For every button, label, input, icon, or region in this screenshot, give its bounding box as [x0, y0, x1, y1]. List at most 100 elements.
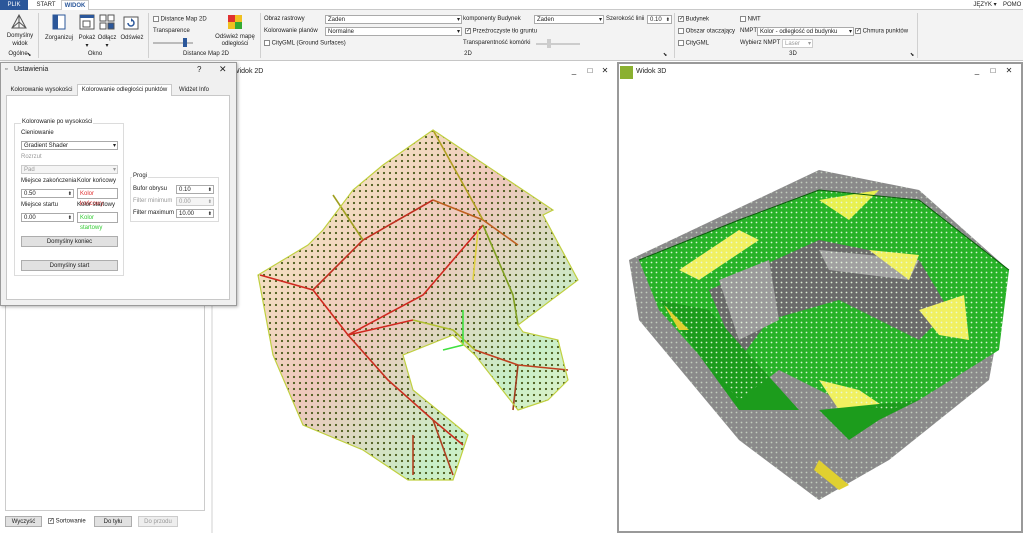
default-start-button[interactable]: Domyślny start [21, 260, 118, 271]
view-2d-minimize-button[interactable]: _ [569, 66, 579, 75]
sort-checkbox[interactable]: Sortowanie [48, 518, 86, 525]
result-list[interactable] [5, 300, 205, 511]
tab-height-coloring[interactable]: Kolorowanie wysokości [6, 85, 77, 96]
ribbon-separator [38, 13, 39, 58]
view-3d-close-button[interactable]: ✕ [1004, 66, 1014, 75]
settings-help-button[interactable]: ? [197, 65, 201, 74]
start-color-button[interactable]: Kolor startowy [77, 212, 118, 231]
view-3d-canvas[interactable] [619, 80, 1021, 530]
view-3d-minimize-button[interactable]: _ [972, 66, 982, 75]
tab-plik[interactable]: PLIK [0, 0, 28, 10]
select-nmpt-label: Wybierz NMPT [740, 40, 781, 46]
clear-button[interactable]: Wyczyść [5, 516, 42, 527]
building-checkbox-label: Budynek [685, 16, 710, 23]
transparence-slider-thumb[interactable] [183, 38, 187, 47]
buffer-label: Bufor obrysu [133, 186, 168, 192]
citygml-check[interactable] [678, 40, 684, 46]
nmt-checkbox[interactable]: NMT [740, 16, 761, 23]
height-coloring-group-title: Kolorowanie po wysokości [21, 119, 94, 125]
tab-widget-info[interactable]: Widżet Info [172, 85, 216, 96]
refresh-button[interactable] [123, 14, 139, 32]
filter-max-spinner[interactable]: 10.00 [176, 209, 214, 218]
view-2d-restore-button[interactable]: □ [585, 66, 595, 75]
surrounding-checkbox[interactable]: Obszar otaczający [678, 28, 735, 35]
organize-button[interactable] [51, 14, 67, 32]
citygml-ground-label: CityGML (Ground Surfaces) [271, 40, 346, 47]
detach-button[interactable] [99, 14, 115, 32]
detach-label: Odłącz [97, 35, 117, 41]
settings-dialog-title: Ustawienia [14, 66, 49, 73]
transparent-ground-check[interactable] [465, 28, 471, 34]
start-place-spinner[interactable]: 0.00 [21, 213, 74, 222]
show-button[interactable] [79, 14, 95, 32]
transparent-ground-checkbox[interactable]: Przeźroczyste tło gruntu [465, 28, 537, 35]
view-3d-restore-button[interactable]: □ [988, 66, 998, 75]
building-checkbox[interactable]: Budynek [678, 16, 709, 23]
dialog-launcher-icon[interactable]: ⬊ [910, 52, 914, 58]
group-label-window: Okno [87, 51, 103, 57]
forward-button[interactable]: Do przodu [138, 516, 178, 527]
refresh-map-label-2: odległości [221, 41, 249, 47]
tab-distance-coloring[interactable]: Kolorowanie odległości punktów [77, 84, 172, 96]
filter-min-label: Filter minimum [133, 198, 173, 204]
line-width-spinner[interactable]: 0.10 [647, 15, 672, 24]
plan-coloring-select[interactable]: Normalne [325, 27, 462, 36]
thresholds-title: Progi [132, 173, 149, 179]
default-end-button[interactable]: Domyślny koniec [21, 236, 118, 247]
sort-check[interactable] [48, 518, 54, 524]
building-components-select[interactable]: Żaden [534, 15, 604, 24]
dialog-launcher-icon[interactable]: ⬊ [27, 52, 31, 58]
tab-start[interactable]: START [34, 0, 58, 10]
ribbon-separator [674, 13, 675, 58]
citygml-checkbox[interactable]: CityGML [678, 40, 709, 47]
shading-label: Cieniowanie [21, 130, 54, 136]
default-view-label-2: widok [12, 41, 28, 47]
cell-transparency-slider-thumb[interactable] [547, 39, 551, 48]
transparence-slider[interactable] [153, 42, 193, 44]
nmpt-label: NMPT [740, 28, 757, 34]
back-button[interactable]: Do tyłu [94, 516, 132, 527]
help-menu[interactable]: POMO [1003, 0, 1023, 10]
building-check[interactable] [678, 16, 684, 22]
view-2d-close-button[interactable]: ✕ [600, 66, 610, 75]
refresh-map-button[interactable] [227, 14, 243, 32]
point-cloud-check[interactable] [855, 28, 861, 34]
surrounding-check[interactable] [678, 28, 684, 34]
point-cloud-checkbox[interactable]: Chmura punktów [855, 28, 908, 35]
filter-max-label: Filter maximum [133, 210, 175, 216]
refresh-map-label-1: Odśwież mapę [215, 34, 255, 40]
citygml-ground-check[interactable] [264, 40, 270, 46]
spread-select[interactable]: Pad [21, 165, 118, 174]
end-place-spinner[interactable]: 0.50 [21, 189, 74, 198]
distance-map-checkbox-label: Distance Map 2D [160, 16, 207, 23]
buffer-spinner[interactable]: 0.10 [176, 185, 214, 194]
building-components-label: komponenty Budynek [463, 16, 521, 22]
cell-transparency-slider[interactable] [536, 43, 580, 45]
end-place-label: Miejsce zakończenia [21, 178, 77, 184]
start-color-label: Kolor startowy [77, 202, 116, 208]
distance-map-checkbox[interactable]: Distance Map 2D [153, 16, 207, 23]
shading-select[interactable]: Gradient Shader [21, 141, 118, 150]
refresh-icon [123, 16, 139, 30]
distance-map-icon [228, 15, 242, 29]
settings-close-button[interactable]: ✕ [219, 64, 227, 75]
detach-label-arrow: ▾ [105, 43, 109, 49]
raster-select[interactable]: Żaden [325, 15, 462, 24]
tab-widok[interactable]: WIDOK [61, 0, 89, 10]
dialog-launcher-icon[interactable]: ⬊ [663, 52, 667, 58]
citygml-ground-checkbox[interactable]: CityGML (Ground Surfaces) [264, 40, 346, 47]
language-menu[interactable]: JĘZYK ▾ [968, 0, 1002, 10]
plan-coloring-label: Kolorowanie planów [264, 28, 318, 34]
filter-min-spinner[interactable]: 0.00 [176, 197, 214, 206]
ribbon-separator [148, 13, 149, 58]
organize-label: Zorganizuj [44, 35, 73, 41]
select-nmpt-select[interactable]: Laser [782, 39, 813, 48]
end-color-label: Kolor końcowy [77, 178, 117, 184]
nmt-check[interactable] [740, 16, 746, 22]
nmpt-select[interactable]: Kolor - odległość od budynku [757, 27, 854, 36]
distance-map-check[interactable] [153, 16, 159, 22]
default-view-button[interactable] [11, 13, 27, 32]
view-2d-canvas[interactable] [213, 80, 615, 533]
group-label-2d: 2D [464, 51, 472, 57]
end-color-button[interactable]: Kolor końcowy [77, 188, 118, 207]
